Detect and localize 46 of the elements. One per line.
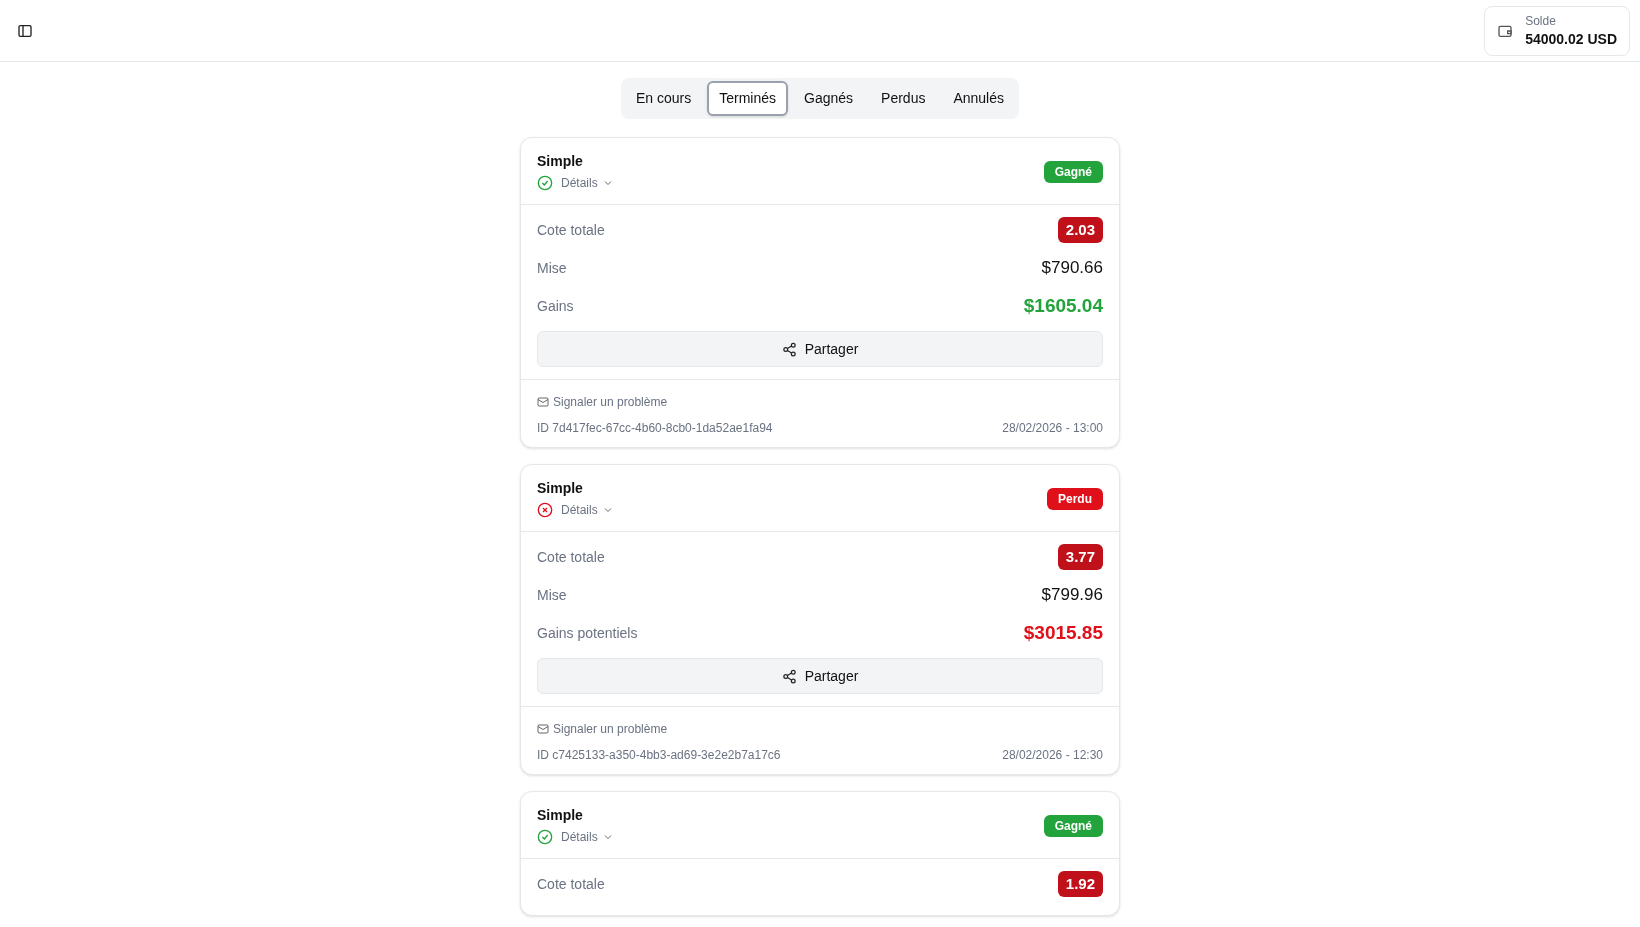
bet-type: Simple [537, 479, 584, 498]
odds-badge: 3.77 [1057, 543, 1103, 571]
bet-type: Simple [537, 806, 584, 825]
row-label: Cote totale [537, 220, 605, 240]
details-toggle[interactable]: Détails [561, 174, 614, 192]
row-label: Cote totale [537, 547, 605, 567]
tab[interactable]: En cours [623, 81, 704, 116]
balance-value: 54000.02 USD [1525, 29, 1617, 49]
row-label: Cote totale [537, 874, 605, 894]
bet-type: Simple [537, 152, 584, 171]
x-circle-icon [537, 502, 553, 518]
gain-value: $3015.85 [1023, 620, 1103, 645]
sidebar-toggle-icon[interactable] [17, 22, 33, 39]
report-problem-link[interactable]: Signaler un problème [537, 720, 668, 738]
details-toggle[interactable]: Détails [561, 501, 614, 519]
tab[interactable]: Perdus [869, 81, 938, 116]
tab[interactable]: Gagnés [792, 81, 866, 116]
row-label: Mise [537, 258, 567, 278]
row-label: Gains potentiels [537, 623, 638, 643]
bet-date: 28/02/2026 - 12:30 [1002, 747, 1103, 764]
row-label: Gains [537, 296, 574, 316]
stake-value: $790.66 [1041, 257, 1103, 280]
gain-value: $1605.04 [1023, 293, 1103, 318]
tab[interactable]: Annulés [941, 81, 1016, 116]
status-badge: Gagné [1043, 160, 1103, 183]
report-problem-link[interactable]: Signaler un problème [537, 393, 668, 411]
share-button[interactable]: Partager [537, 331, 1103, 367]
bet-id: ID 7d417fec-67cc-4b60-8cb0-1da52ae1fa94 [537, 420, 773, 437]
tab[interactable]: Terminés [707, 81, 788, 116]
odds-badge: 1.92 [1057, 870, 1103, 898]
bet-id: ID c7425133-a350-4bb3-ad69-3e2e2b7a17c6 [537, 747, 781, 764]
balance-label: Solde [1525, 12, 1557, 29]
odds-badge: 2.03 [1057, 216, 1103, 244]
details-toggle[interactable]: Détails [561, 828, 614, 846]
mail-icon [537, 396, 549, 408]
share-icon [781, 341, 797, 357]
check-circle-icon [537, 829, 553, 845]
row-label: Mise [537, 585, 567, 605]
status-badge: Perdu [1047, 487, 1103, 510]
status-badge: Gagné [1043, 814, 1103, 837]
bet-date: 28/02/2026 - 13:00 [1002, 420, 1103, 437]
stake-value: $799.96 [1041, 584, 1103, 607]
share-icon [781, 668, 797, 684]
check-circle-icon [537, 175, 553, 191]
share-button[interactable]: Partager [537, 658, 1103, 694]
mail-icon [537, 723, 549, 735]
